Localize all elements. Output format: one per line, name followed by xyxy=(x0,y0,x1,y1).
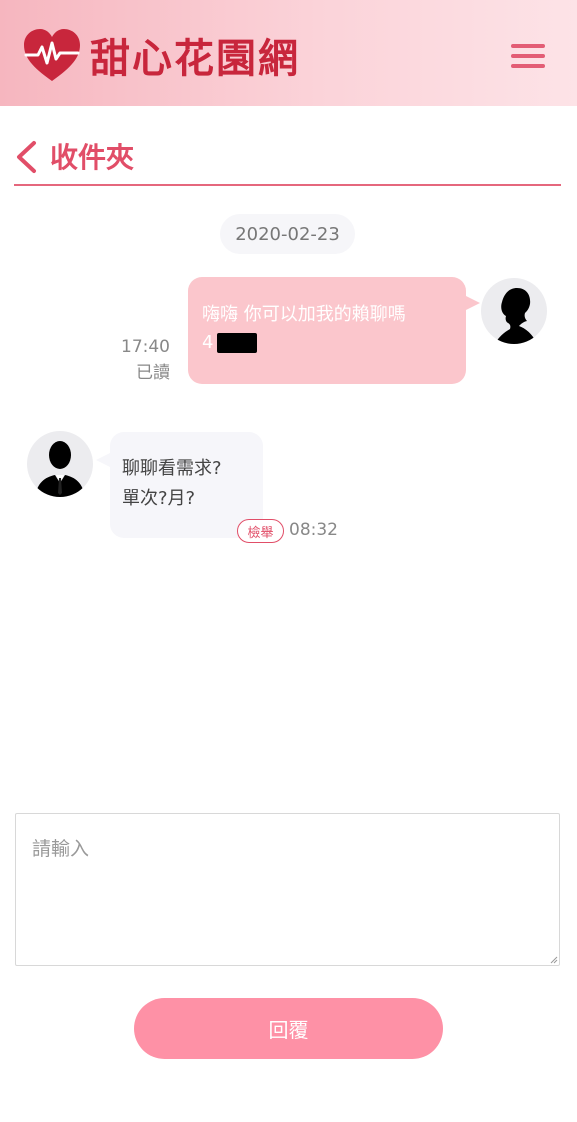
app-header: 甜心花園網 xyxy=(0,0,577,106)
site-logo[interactable]: 甜心花園網 xyxy=(22,26,300,84)
female-silhouette-icon xyxy=(495,288,537,344)
message-text-line2: 4 xyxy=(202,329,452,357)
outgoing-message-bubble: 嗨嗨 你可以加我的賴聊嗎 4 xyxy=(188,277,480,384)
outgoing-message-meta: 17:40 已讀 xyxy=(106,334,170,386)
inbox-title-bar: 收件夾 xyxy=(14,132,561,186)
read-status: 已讀 xyxy=(136,363,170,383)
date-separator: 2020-02-23 xyxy=(220,214,355,254)
reply-input[interactable] xyxy=(15,813,560,966)
female-avatar[interactable] xyxy=(481,278,547,344)
reply-button[interactable]: 回覆 xyxy=(134,998,443,1059)
page-title: 收件夾 xyxy=(50,141,135,174)
redaction-block xyxy=(217,333,258,353)
message-time: 08:32 xyxy=(289,520,338,540)
heart-pulse-icon xyxy=(24,29,80,81)
report-button[interactable]: 檢舉 xyxy=(237,519,284,543)
resize-grip-icon[interactable] xyxy=(550,956,558,964)
logo-text: 甜心花園網 xyxy=(90,36,300,82)
message-text-line2: 單次?月? xyxy=(122,488,196,509)
male-avatar[interactable] xyxy=(27,431,93,497)
message-text: 嗨嗨 你可以加我的賴聊嗎 xyxy=(202,304,406,325)
message-time: 17:40 xyxy=(121,337,170,357)
chevron-left-icon[interactable] xyxy=(14,140,40,174)
male-silhouette-icon xyxy=(35,441,85,497)
message-text: 聊聊看需求? xyxy=(122,458,222,479)
hamburger-menu-icon[interactable] xyxy=(511,44,545,72)
